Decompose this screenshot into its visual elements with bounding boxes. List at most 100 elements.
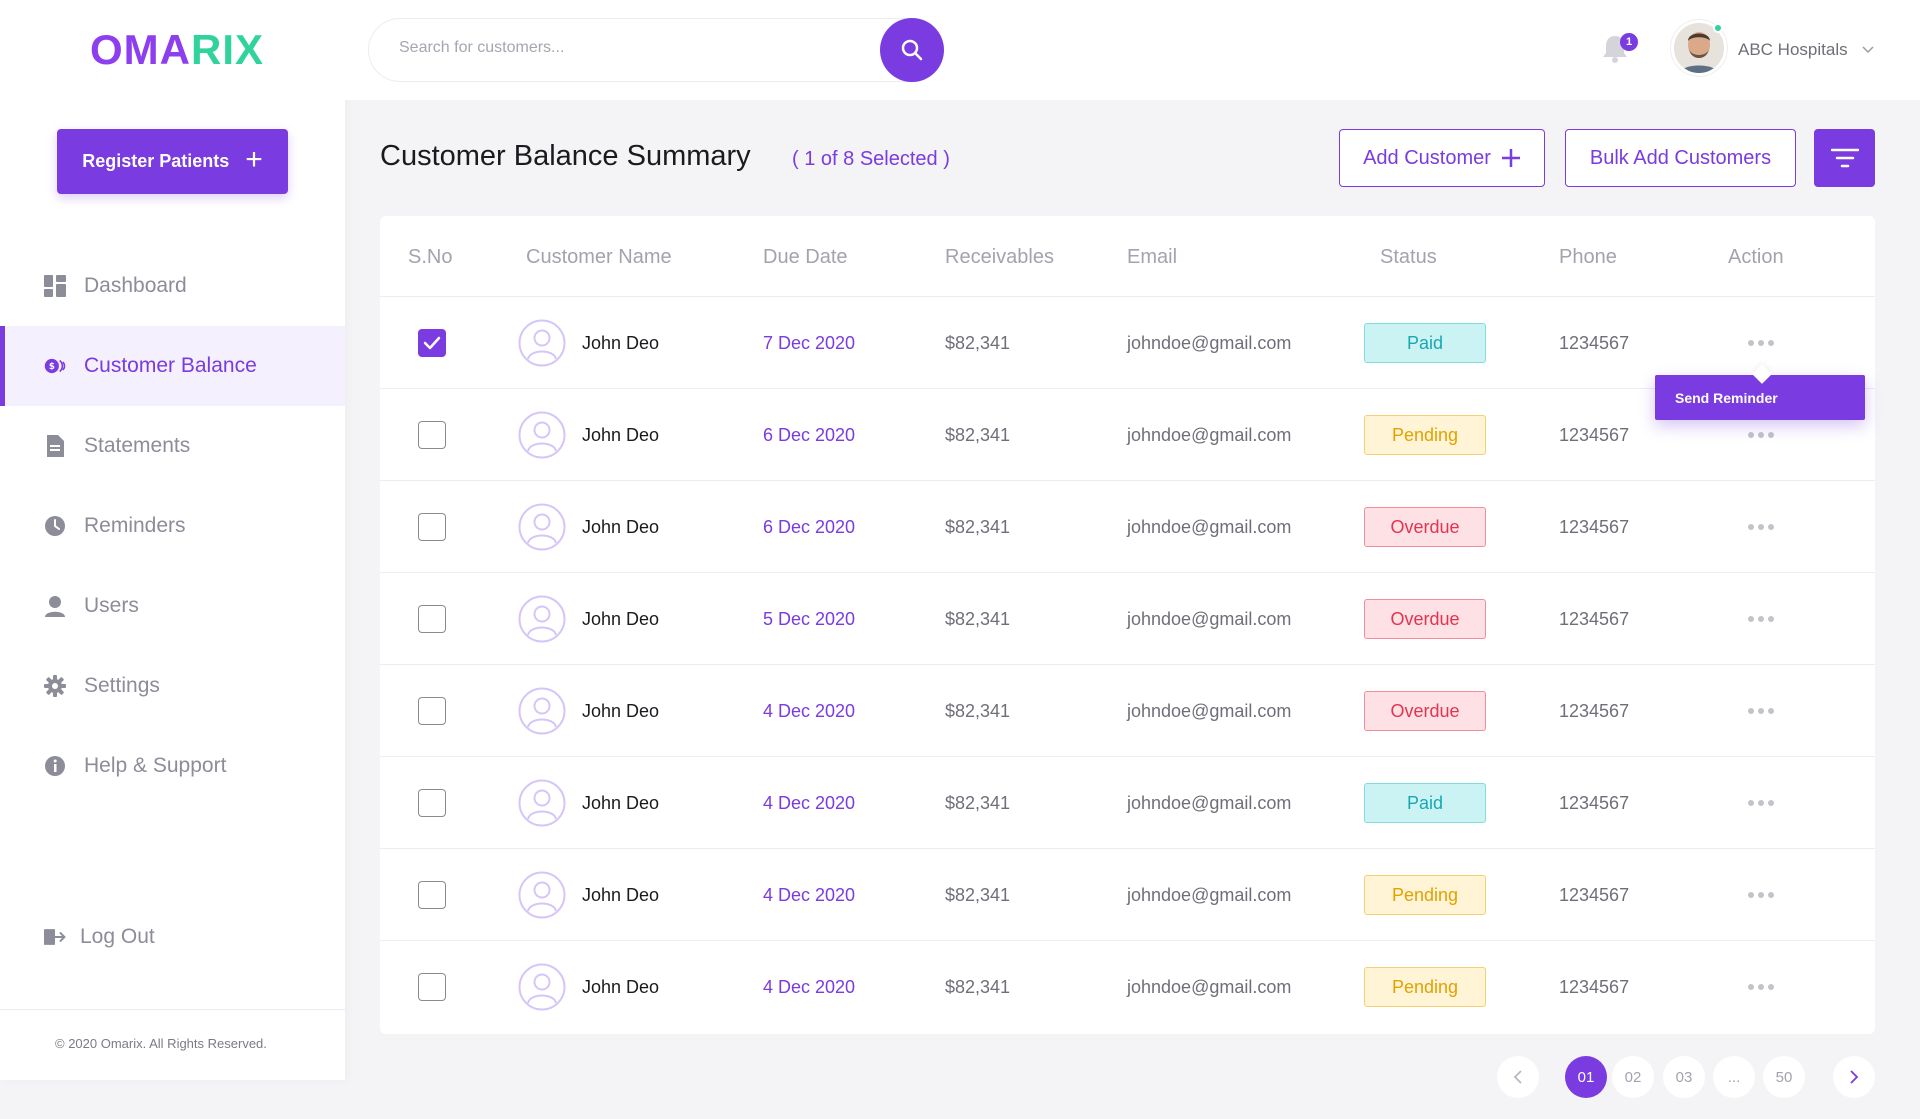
brand-logo[interactable]: OMARIX: [90, 26, 264, 74]
email: johndoe@gmail.com: [1127, 976, 1292, 997]
user-avatar-icon: [518, 595, 566, 643]
table-row[interactable]: John Deo 7 Dec 2020 $82,341 johndoe@gmail.c…: [380, 297, 1875, 389]
table-row[interactable]: John Deo 4 Dec 2020 $82,341 johndoe@gmail.c…: [380, 665, 1875, 757]
row-actions-button[interactable]: [1748, 573, 1774, 665]
page-button[interactable]: 01: [1565, 1056, 1607, 1098]
row-checkbox[interactable]: [418, 881, 446, 909]
register-patients-label: Register Patients: [82, 151, 230, 171]
table-row[interactable]: John Deo 5 Dec 2020 $82,341 johndoe@gmail.c…: [380, 573, 1875, 665]
sidebar-item-label: Help & Support: [84, 754, 227, 777]
row-checkbox[interactable]: [418, 421, 446, 449]
search-button[interactable]: [880, 18, 944, 82]
column-header-email[interactable]: Email: [1127, 246, 1177, 269]
sidebar-item-help-support[interactable]: Help & Support: [0, 726, 345, 806]
customer-avatar: [518, 849, 566, 941]
status-cell: Paid: [1364, 757, 1486, 849]
page-button[interactable]: 02: [1612, 1056, 1654, 1098]
status-cell: Pending: [1364, 389, 1486, 481]
page-button[interactable]: 50: [1763, 1056, 1805, 1098]
phone: 1234567: [1559, 516, 1630, 537]
svg-text:$: $: [49, 362, 55, 372]
search-input[interactable]: [399, 39, 849, 57]
row-checkbox[interactable]: [418, 789, 446, 817]
row-actions-button[interactable]: [1748, 481, 1774, 573]
bulk-add-customers-button[interactable]: Bulk Add Customers: [1565, 129, 1796, 187]
sidebar-item-label: Statements: [84, 434, 191, 457]
column-header-status[interactable]: Status: [1380, 246, 1437, 269]
sidebar-item-label: Dashboard: [84, 274, 187, 297]
row-actions-button[interactable]: [1748, 665, 1774, 757]
row-checkbox-cell: [418, 297, 446, 389]
sidebar-item-statements[interactable]: Statements: [0, 406, 345, 486]
sidebar-item-customer-balance[interactable]: $ Customer Balance: [0, 326, 345, 406]
status-cell: Paid: [1364, 297, 1486, 389]
email: johndoe@gmail.com: [1127, 792, 1292, 813]
sidebar-divider: [0, 1009, 345, 1010]
column-header-receivables[interactable]: Receivables: [945, 246, 1054, 269]
table-row[interactable]: John Deo 6 Dec 2020 $82,341 johndoe@gmail.c…: [380, 389, 1875, 481]
user-avatar-icon: [518, 411, 566, 459]
user-avatar-icon: [518, 503, 566, 551]
sidebar: OMARIX Register Patients + Dashboard $ C…: [0, 0, 345, 1080]
gear-icon: [44, 675, 66, 697]
status-badge: Overdue: [1364, 599, 1486, 639]
customer-avatar: [518, 389, 566, 481]
status-badge: Pending: [1364, 415, 1486, 455]
send-reminder-menu-item[interactable]: Send Reminder: [1655, 375, 1865, 420]
receivables: $82,341: [945, 608, 1011, 629]
document-icon: [44, 435, 66, 457]
customer-name[interactable]: John Deo: [582, 665, 659, 757]
sidebar-item-settings[interactable]: Settings: [0, 646, 345, 726]
column-header-phone[interactable]: Phone: [1559, 246, 1617, 269]
customer-name[interactable]: John Deo: [582, 481, 659, 573]
row-actions-button[interactable]: [1748, 941, 1774, 1033]
logout-label: Log Out: [80, 925, 155, 948]
sidebar-item-dashboard[interactable]: Dashboard: [0, 246, 345, 326]
page-title: Customer Balance Summary: [380, 140, 751, 172]
row-checkbox[interactable]: [418, 973, 446, 1001]
table-row[interactable]: John Deo 4 Dec 2020 $82,341 johndoe@gmail.c…: [380, 849, 1875, 941]
filter-button[interactable]: [1814, 129, 1875, 187]
page-button[interactable]: 03: [1663, 1056, 1705, 1098]
row-checkbox[interactable]: [418, 605, 446, 633]
customer-name[interactable]: John Deo: [582, 757, 659, 849]
next-page-button[interactable]: [1833, 1056, 1875, 1098]
customer-name[interactable]: John Deo: [582, 849, 659, 941]
phone: 1234567: [1559, 700, 1630, 721]
row-checkbox[interactable]: [418, 329, 446, 357]
register-patients-button[interactable]: Register Patients +: [57, 129, 288, 194]
logout-button[interactable]: Log Out: [44, 925, 155, 949]
top-header: 1 ABC Hospitals: [345, 0, 1920, 100]
column-header-sno[interactable]: S.No: [408, 246, 452, 269]
table-row[interactable]: John Deo 4 Dec 2020 $82,341 johndoe@gmail.c…: [380, 941, 1875, 1033]
customer-name[interactable]: John Deo: [582, 389, 659, 481]
row-actions-button[interactable]: [1748, 757, 1774, 849]
user-avatar-icon: [518, 871, 566, 919]
email: johndoe@gmail.com: [1127, 700, 1292, 721]
receivables: $82,341: [945, 792, 1011, 813]
row-checkbox[interactable]: [418, 513, 446, 541]
coin-icon: $: [44, 355, 66, 377]
table-row[interactable]: John Deo 6 Dec 2020 $82,341 johndoe@gmail.c…: [380, 481, 1875, 573]
sidebar-item-reminders[interactable]: Reminders: [0, 486, 345, 566]
receivables: $82,341: [945, 424, 1011, 445]
status-badge: Overdue: [1364, 691, 1486, 731]
customer-name[interactable]: John Deo: [582, 941, 659, 1033]
customer-name[interactable]: John Deo: [582, 297, 659, 389]
due-date: 4 Dec 2020: [763, 700, 856, 721]
send-reminder-label: Send Reminder: [1675, 389, 1778, 406]
check-icon: [423, 336, 441, 350]
row-checkbox-cell: [418, 941, 446, 1033]
column-header-customer-name[interactable]: Customer Name: [526, 246, 672, 269]
table-row[interactable]: John Deo 4 Dec 2020 $82,341 johndoe@gmail.c…: [380, 757, 1875, 849]
due-date: 4 Dec 2020: [763, 792, 856, 813]
column-header-due-date[interactable]: Due Date: [763, 246, 848, 269]
row-actions-button[interactable]: [1748, 849, 1774, 941]
customer-name[interactable]: John Deo: [582, 573, 659, 665]
prev-page-button[interactable]: [1497, 1056, 1539, 1098]
add-customer-button[interactable]: Add Customer: [1339, 129, 1545, 187]
sidebar-item-users[interactable]: Users: [0, 566, 345, 646]
row-checkbox[interactable]: [418, 697, 446, 725]
org-dropdown[interactable]: ABC Hospitals: [1738, 40, 1874, 60]
brand-logo-part2: RIX: [191, 26, 265, 73]
